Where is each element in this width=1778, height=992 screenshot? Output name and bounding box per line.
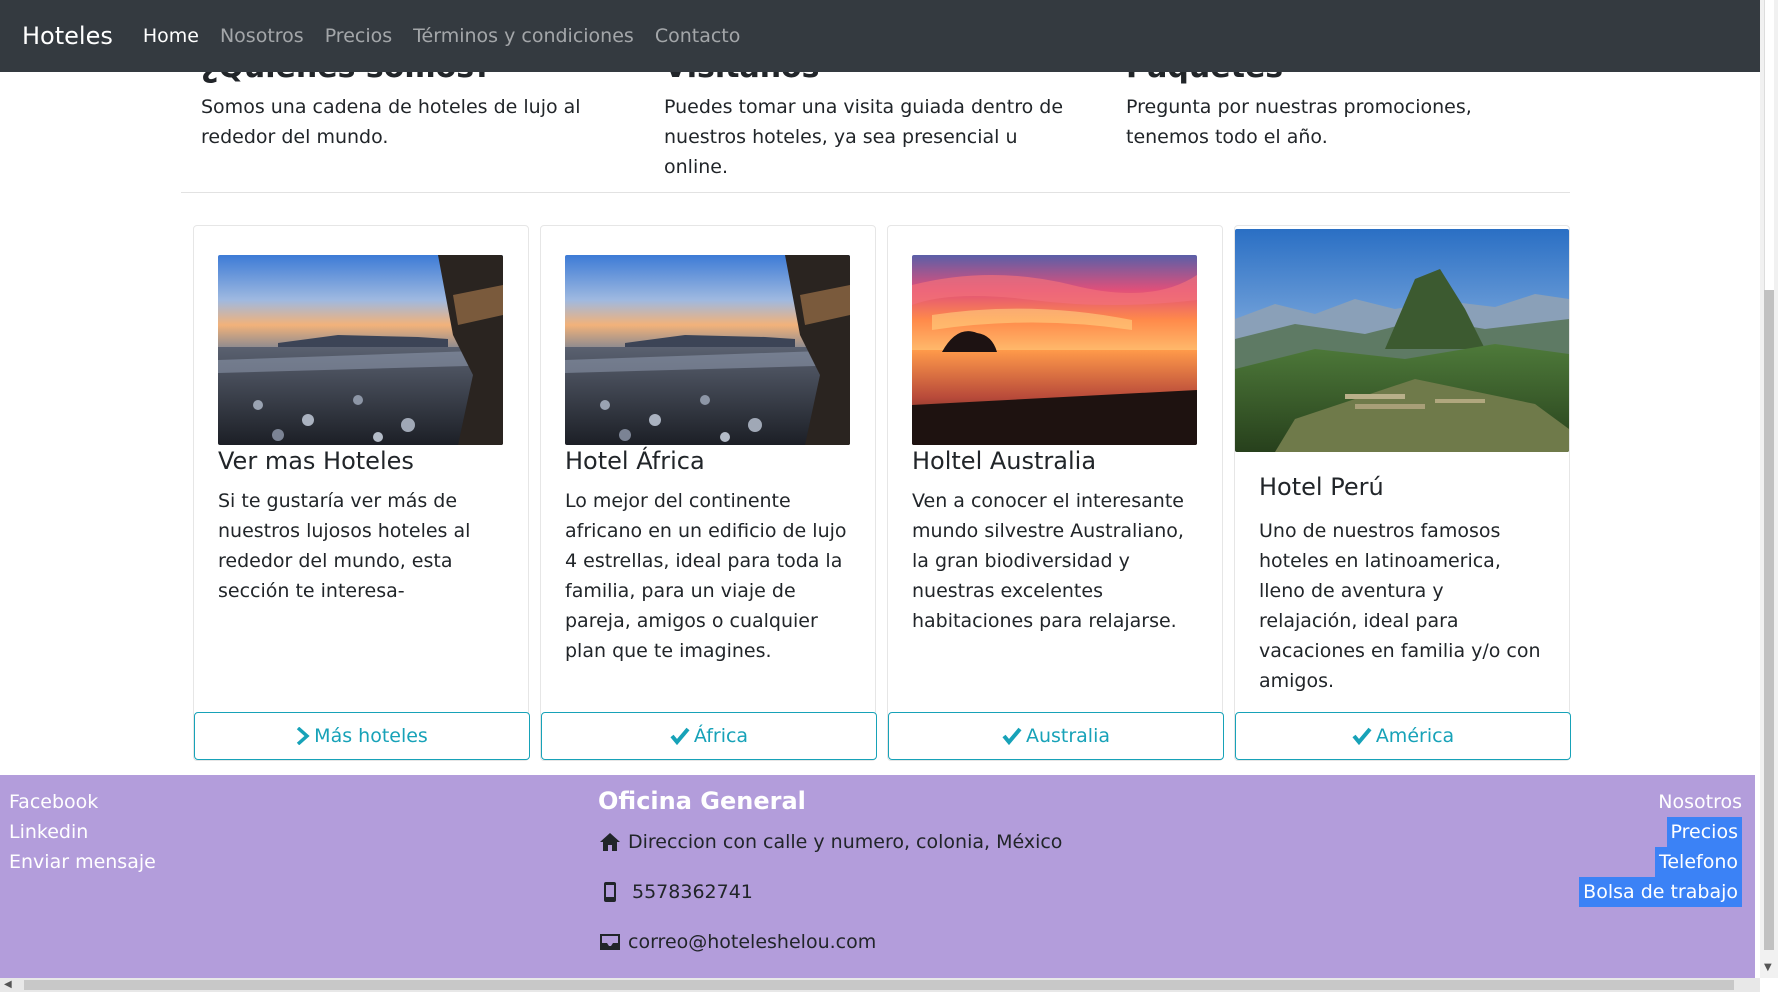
inbox-icon [598, 930, 622, 954]
rocky-beach-image [218, 255, 503, 445]
nav-terminos[interactable]: Términos y condiciones [413, 25, 634, 47]
intro-text: Puedes tomar una visita guiada dentro de… [664, 96, 1064, 178]
card-australia: Holtel Australia Ven a conocer el intere… [887, 225, 1224, 761]
card-more-hotels: Ver mas Hoteles Si te gustaría ver más d… [193, 225, 530, 761]
check-icon [1352, 727, 1372, 745]
nav-nosotros[interactable]: Nosotros [220, 25, 304, 47]
card-text: Ven a conocer el interesante mundo silve… [912, 490, 1184, 632]
navbar-brand[interactable]: Hoteles [22, 22, 113, 50]
button-label: América [1375, 725, 1455, 747]
check-icon [1002, 727, 1022, 745]
scrollbar-upper-track[interactable] [1764, 0, 1774, 290]
intro-text: Somos una cadena de hoteles de lujo al r… [201, 96, 581, 148]
footer-facebook-link[interactable]: Facebook [9, 787, 98, 817]
card-text: Uno de nuestros famosos hoteles en latin… [1259, 520, 1541, 692]
australia-button[interactable]: Australia [888, 712, 1224, 760]
top-navbar: Hoteles Home Nosotros Precios Términos y… [0, 0, 1760, 72]
card-title: Hotel África [565, 447, 705, 475]
page-footer: Facebook Linkedin Enviar mensaje Oficina… [0, 775, 1755, 978]
card-peru: Hotel Perú Uno de nuestros famosos hotel… [1234, 225, 1571, 761]
footer-telefono-link[interactable]: Telefono [1654, 847, 1742, 877]
phone-text: 5578362741 [632, 881, 753, 903]
vertical-scrollbar[interactable]: ▼ [1760, 0, 1778, 978]
office-phone: 5578362741 [598, 880, 753, 904]
intro-text: Pregunta por nuestras promociones, tenem… [1126, 96, 1472, 148]
card-africa: Hotel África Lo mejor del continente afr… [540, 225, 877, 761]
card-title: Holtel Australia [912, 447, 1097, 475]
nav-precios[interactable]: Precios [325, 25, 392, 47]
america-button[interactable]: América [1235, 712, 1571, 760]
sunset-beach-image [912, 255, 1197, 445]
address-text: Direccion con calle y numero, colonia, M… [628, 831, 1063, 853]
card-title: Hotel Perú [1259, 473, 1384, 501]
card-title: Ver mas Hoteles [218, 447, 414, 475]
horizontal-scrollbar-thumb[interactable] [24, 980, 1734, 990]
scroll-left-arrow-icon[interactable]: ◀ [4, 979, 12, 990]
chevron-right-icon [297, 727, 310, 745]
button-label: África [693, 725, 749, 747]
nav-home[interactable]: Home [143, 25, 199, 47]
more-hotels-button[interactable]: Más hoteles [194, 712, 530, 760]
card-text: Si te gustaría ver más de nuestros lujos… [218, 490, 471, 602]
check-icon [670, 727, 690, 745]
footer-precios-link[interactable]: Precios [1666, 817, 1742, 847]
scrollbar-thumb[interactable] [1764, 290, 1774, 950]
scroll-down-arrow-icon[interactable]: ▼ [1764, 962, 1772, 973]
phone-icon [598, 880, 622, 904]
horizontal-scrollbar[interactable]: ◀ [0, 978, 1760, 992]
rocky-beach-image [565, 255, 850, 445]
office-address: Direccion con calle y numero, colonia, M… [598, 830, 1062, 854]
footer-linkedin-link[interactable]: Linkedin [9, 817, 88, 847]
machu-picchu-image [1235, 229, 1569, 452]
africa-button[interactable]: África [541, 712, 877, 760]
office-heading: Oficina General [598, 787, 806, 815]
button-label: Australia [1025, 725, 1111, 747]
footer-nosotros-link[interactable]: Nosotros [1658, 787, 1742, 817]
footer-bolsa-link[interactable]: Bolsa de trabajo [1579, 877, 1742, 907]
nav-contacto[interactable]: Contacto [655, 25, 741, 47]
home-icon [598, 830, 622, 854]
card-text: Lo mejor del continente africano en un e… [565, 490, 847, 662]
footer-message-link[interactable]: Enviar mensaje [9, 847, 156, 877]
email-text: correo@hoteleshelou.com [628, 931, 877, 953]
office-email: correo@hoteleshelou.com [598, 930, 876, 954]
button-label: Más hoteles [314, 725, 428, 747]
section-divider [181, 192, 1570, 193]
